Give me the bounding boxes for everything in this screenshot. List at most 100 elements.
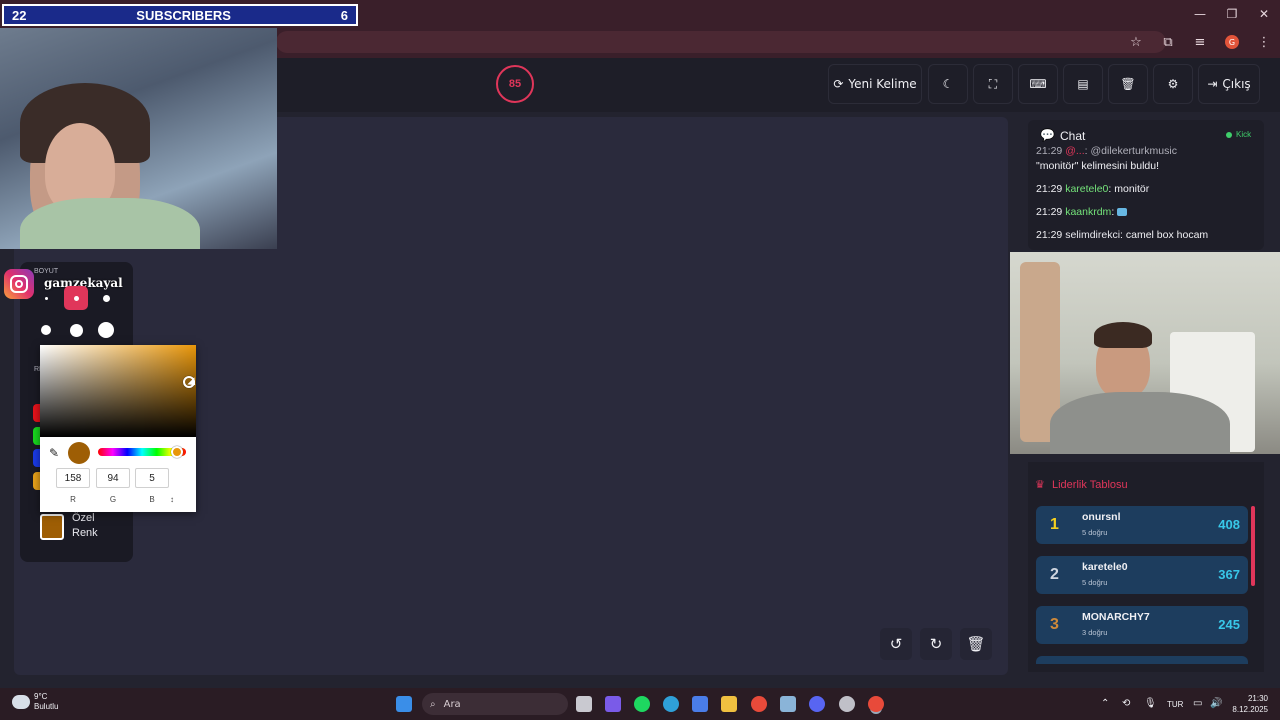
chrome-icon[interactable] [751, 696, 767, 712]
leaderboard-row: 3 MONARCHY7 3 doğru 245 [1036, 606, 1248, 644]
clock-time[interactable]: 21:30 [1238, 694, 1268, 703]
leaderboard-row [1036, 656, 1248, 664]
saturation-area[interactable] [40, 345, 196, 437]
volume-icon[interactable]: 🔊 [1210, 698, 1222, 709]
green-input[interactable]: 94 [96, 468, 130, 488]
color-picker: ✎ 158 94 5 R G B ↕ [40, 345, 196, 512]
streamer-webcam [0, 28, 277, 249]
mode-toggle-icon[interactable]: ↕ [162, 495, 182, 504]
weather-widget[interactable]: 9°C Bulutlu [12, 692, 58, 712]
trash-icon: 🗑 [1120, 77, 1136, 91]
sync-icon[interactable]: ⟲ [1122, 698, 1130, 709]
blue-input[interactable]: 5 [135, 468, 169, 488]
subscriber-label: SUBSCRIBERS [136, 7, 231, 23]
leaderboard-title: Liderlik Tablosu [1052, 479, 1128, 491]
task-view-icon[interactable] [576, 696, 592, 712]
clock-date[interactable]: 8.12.2025 [1226, 705, 1268, 714]
logout-icon: ⇥ [1207, 77, 1218, 91]
clear-canvas-button[interactable]: 🗑 [960, 628, 992, 660]
chat-title: Chat [1060, 129, 1086, 143]
theme-toggle-button[interactable]: ☾ [928, 64, 968, 104]
settings-button[interactable]: ⚙ [1153, 64, 1193, 104]
chat-message: 21:29 selimdirekci: camel box hocam [1036, 229, 1209, 241]
undo-icon: ↺ [889, 635, 903, 653]
current-color-preview [68, 442, 90, 464]
trash-icon: 🗑 [966, 635, 986, 653]
subscriber-counter: 22 SUBSCRIBERS 6 [2, 4, 358, 26]
subscriber-right-count: 6 [340, 7, 348, 23]
logout-label: Çıkış [1222, 77, 1251, 91]
brush-size-xl[interactable] [64, 318, 88, 342]
brush-size-m[interactable] [94, 286, 118, 310]
spotify-icon[interactable] [634, 696, 650, 712]
start-icon[interactable] [396, 696, 412, 712]
minimize-button[interactable]: — [1184, 0, 1216, 28]
archive-icon: ▤ [1077, 77, 1089, 91]
search-placeholder: Ara [443, 698, 461, 710]
extensions-icon[interactable]: ⧉ [1158, 32, 1178, 52]
reading-list-icon[interactable]: ≡ [1190, 32, 1210, 52]
chrome-active-icon[interactable] [868, 696, 884, 712]
brush-size-l[interactable] [34, 318, 58, 342]
weather-desc: Bulutlu [34, 702, 59, 711]
subscriber-left-count: 22 [12, 7, 27, 23]
cloud-icon [12, 695, 30, 709]
leaderboard-scrollbar[interactable] [1251, 506, 1255, 586]
brush-size-s[interactable] [64, 286, 88, 310]
fullscreen-button[interactable]: ⛶ [973, 64, 1013, 104]
logout-button[interactable]: ⇥ Çıkış [1198, 64, 1260, 104]
emote-icon [1117, 208, 1128, 217]
weather-temp: 9°C [34, 692, 48, 701]
instagram-icon [4, 269, 34, 299]
search-icon: ⌕ [430, 698, 436, 710]
size-label: BOYUT [34, 268, 59, 275]
gear-icon: ⚙ [1167, 77, 1179, 91]
address-bar[interactable] [276, 31, 1166, 53]
microphone-icon[interactable]: 🎙 [1144, 698, 1157, 709]
delete-button[interactable]: 🗑 [1108, 64, 1148, 104]
file-explorer-icon[interactable] [721, 696, 737, 712]
chat-message: 21:29 kaankrdm: [1036, 205, 1128, 219]
profile-avatar[interactable]: G [1222, 32, 1242, 52]
leaderboard-row: 1 onursnl 5 doğru 408 [1036, 506, 1248, 544]
tray-overflow-icon[interactable]: ⌃ [1101, 698, 1109, 709]
app-icon[interactable] [780, 696, 796, 712]
keyboard-button[interactable]: ⌨ [1018, 64, 1058, 104]
browser-menu-icon[interactable]: ⋮ [1254, 32, 1274, 52]
keyboard-icon: ⌨ [1029, 77, 1047, 91]
new-word-button[interactable]: ⟳ Yeni Kelime [828, 64, 922, 104]
taskbar-search[interactable]: ⌕ Ara [422, 693, 568, 715]
discord-icon[interactable] [809, 696, 825, 712]
obs-icon[interactable] [839, 696, 855, 712]
bookmark-star-icon[interactable]: ☆ [1126, 32, 1146, 52]
chat-message: "monitör" kelimesini buldu! [1036, 160, 1160, 172]
store-icon[interactable] [692, 696, 708, 712]
close-window-button[interactable]: ✕ [1248, 0, 1280, 28]
redo-button[interactable]: ↻ [920, 628, 952, 660]
custom-color-swatch[interactable] [40, 514, 64, 540]
chat-message: 21:29 karetele0: monitör [1036, 183, 1150, 195]
brush-size-xs[interactable] [34, 286, 58, 310]
fullscreen-icon: ⛶ [988, 76, 998, 91]
redo-icon: ↻ [929, 635, 943, 653]
custom-color-label: Özel Renk [72, 512, 98, 539]
new-word-label: Yeni Kelime [848, 77, 917, 91]
edge-icon[interactable] [663, 696, 679, 712]
hue-slider-knob[interactable] [171, 446, 183, 458]
network-icon[interactable]: ▭ [1193, 698, 1202, 709]
refresh-icon: ⟳ [833, 77, 844, 91]
red-input[interactable]: 158 [56, 468, 90, 488]
undo-button[interactable]: ↺ [880, 628, 912, 660]
leaderboard-row: 2 karetele0 5 doğru 367 [1036, 556, 1248, 594]
brush-size-xxl[interactable] [94, 318, 118, 342]
language-indicator[interactable]: TUR [1167, 700, 1183, 709]
eyedropper-icon[interactable]: ✎ [49, 446, 59, 460]
red-label: R [70, 495, 76, 504]
moon-icon: ☾ [942, 77, 954, 91]
chat-bubble-icon: 💬 [1040, 128, 1055, 142]
round-timer: 85 [496, 65, 534, 103]
archive-button[interactable]: ▤ [1063, 64, 1103, 104]
copilot-icon[interactable] [605, 696, 621, 712]
chat-message: 21:29 @...: @dilekerturkmusic [1036, 145, 1177, 157]
restore-button[interactable]: ❐ [1216, 0, 1248, 28]
